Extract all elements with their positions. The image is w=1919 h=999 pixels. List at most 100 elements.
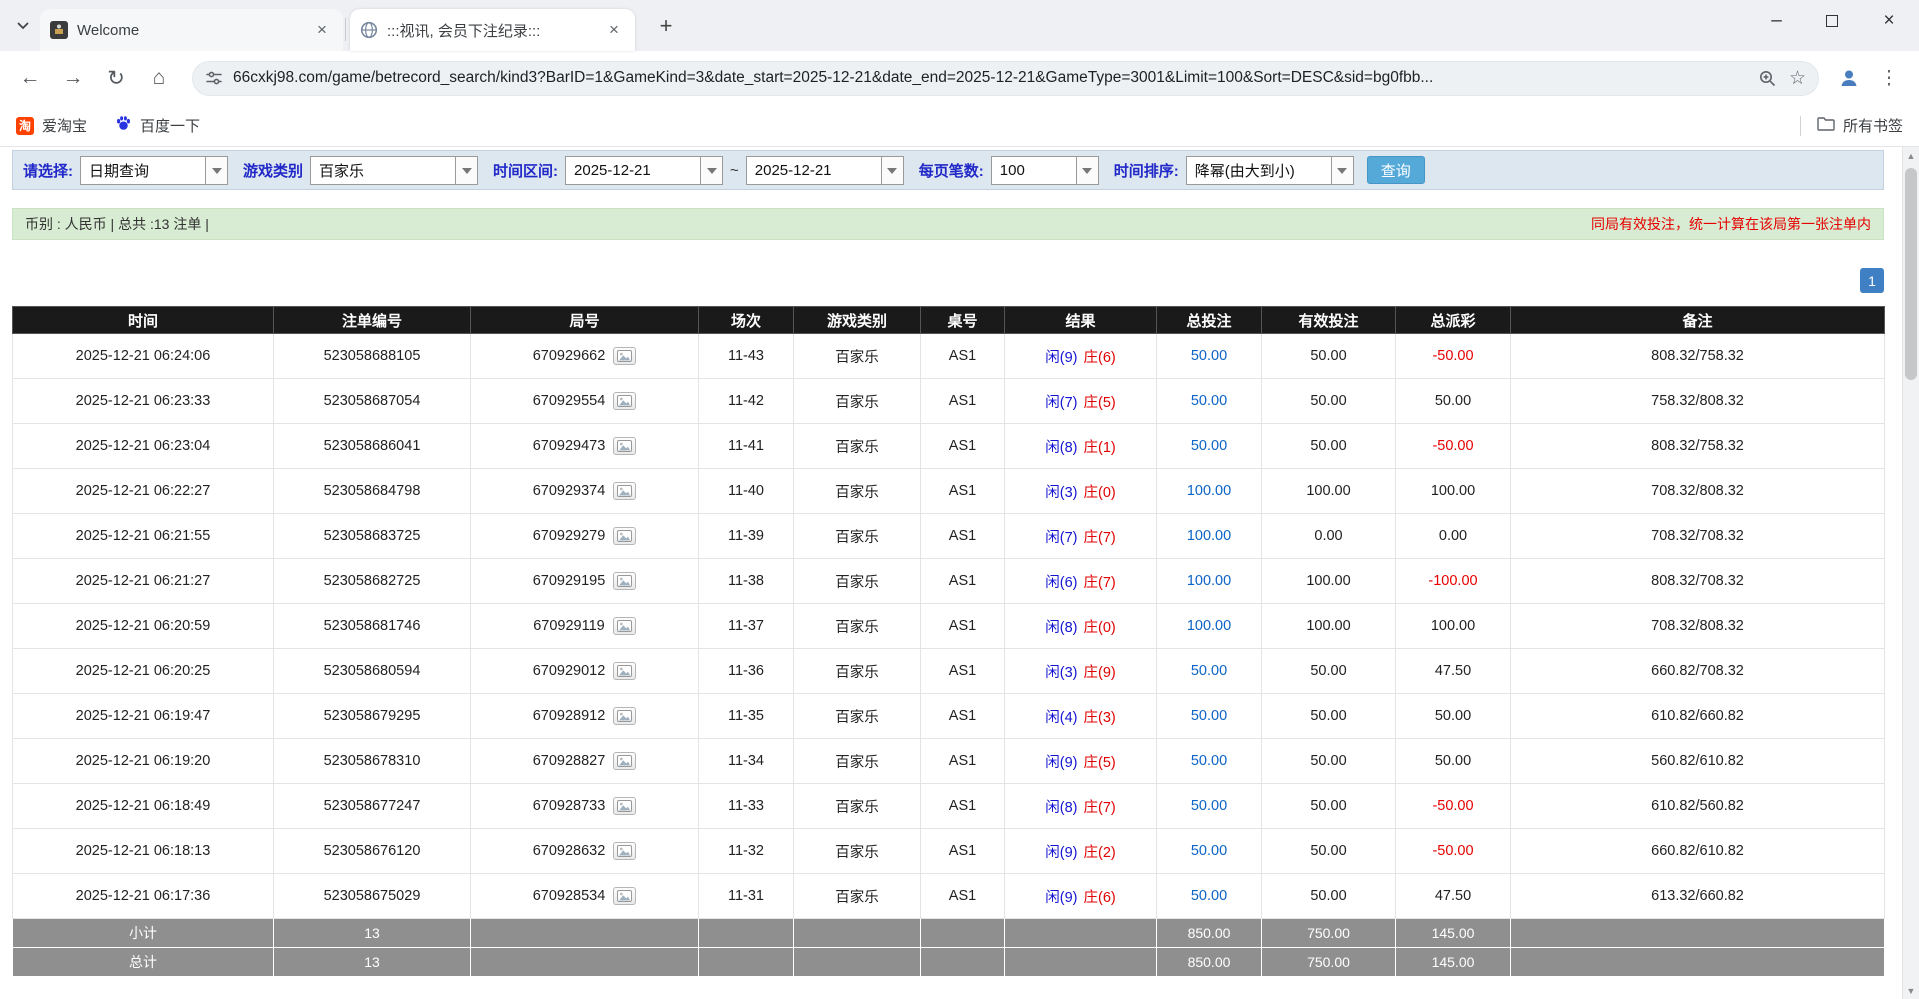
bookmark-baidu[interactable]: 百度一下 <box>115 115 200 136</box>
cell-game: 百家乐 <box>794 649 921 694</box>
back-button[interactable]: ← <box>10 58 50 98</box>
scrollbar-thumb[interactable] <box>1905 168 1917 380</box>
scroll-up-icon[interactable]: ▲ <box>1903 147 1919 164</box>
date-start-select[interactable]: 2025-12-21 <box>565 156 723 185</box>
cell-total-bet: 100.00 <box>1157 514 1262 559</box>
tab-bet-record[interactable]: :::视讯, 会员下注纪录::: × <box>350 9 635 51</box>
site-settings-icon[interactable] <box>205 69 223 87</box>
notice-text: 同局有效投注，统一计算在该局第一张注单内 <box>1591 214 1871 234</box>
search-button[interactable]: 查询 <box>1367 156 1425 184</box>
browser-menu-icon[interactable]: ⋮ <box>1869 58 1909 98</box>
subtotal-total-bet: 850.00 <box>1157 919 1262 948</box>
home-button[interactable]: ⌂ <box>139 58 179 98</box>
sort-select[interactable]: 降幂(由大到小) <box>1186 156 1354 185</box>
select-type-label: 请选择: <box>23 160 73 181</box>
round-image-icon[interactable] <box>613 617 636 635</box>
close-window-button[interactable]: × <box>1859 0 1919 42</box>
bookmark-aitaobao[interactable]: 淘 爱淘宝 <box>16 115 87 136</box>
cell-game: 百家乐 <box>794 829 921 874</box>
cell-result: 闲(3)庄(0) <box>1005 469 1157 514</box>
cell-payout: 47.50 <box>1396 649 1511 694</box>
round-image-icon[interactable] <box>613 662 636 680</box>
total-count: 13 <box>274 948 471 977</box>
page-1-button[interactable]: 1 <box>1860 268 1884 293</box>
cell-payout: -50.00 <box>1396 784 1511 829</box>
date-range-label: 时间区间: <box>493 160 558 181</box>
cell-bet-id: 523058683725 <box>274 514 471 559</box>
forward-button[interactable]: → <box>53 58 93 98</box>
cell-time: 2025-12-21 06:20:59 <box>13 604 274 649</box>
cell-session: 11-37 <box>699 604 794 649</box>
maximize-button[interactable] <box>1804 0 1859 42</box>
dropdown-arrow-icon[interactable] <box>205 157 227 184</box>
round-image-icon[interactable] <box>613 797 636 815</box>
dropdown-arrow-icon[interactable] <box>1076 157 1098 184</box>
footer-empty-cell <box>471 948 699 977</box>
sort-value: 降幂(由大到小) <box>1187 157 1331 184</box>
page-size-select[interactable]: 100 <box>991 156 1099 185</box>
summary-bar: 币别 : 人民币 | 总共 :13 注单 | 同局有效投注，统一计算在该局第一张… <box>12 208 1884 240</box>
profile-icon[interactable] <box>1829 58 1869 98</box>
tab-close-icon[interactable]: × <box>311 19 333 41</box>
round-image-icon[interactable] <box>613 887 636 905</box>
round-image-icon[interactable] <box>613 437 636 455</box>
round-image-icon[interactable] <box>613 392 636 410</box>
dropdown-arrow-icon[interactable] <box>700 157 722 184</box>
new-tab-button[interactable]: + <box>652 12 680 40</box>
bookmarks-bar: 淘 爱淘宝 百度一下 所有书签 <box>0 105 1919 147</box>
tab-search-button[interactable] <box>10 13 36 39</box>
url-bar[interactable]: 66cxkj98.com/game/betrecord_search/kind3… <box>192 61 1819 96</box>
cell-bet-id: 523058677247 <box>274 784 471 829</box>
cell-table: AS1 <box>921 514 1005 559</box>
cell-round: 670929195 <box>471 559 699 604</box>
cell-table: AS1 <box>921 649 1005 694</box>
cell-payout: -50.00 <box>1396 424 1511 469</box>
all-bookmarks-button[interactable]: 所有书签 <box>1817 115 1903 136</box>
bet-record-row: 2025-12-21 06:20:59523058681746670929119… <box>13 604 1885 649</box>
reload-button[interactable]: ↻ <box>96 58 136 98</box>
footer-empty-cell <box>699 919 794 948</box>
cell-table: AS1 <box>921 469 1005 514</box>
cell-session: 11-42 <box>699 379 794 424</box>
cell-note: 708.32/808.32 <box>1511 604 1885 649</box>
cell-bet-id: 523058681746 <box>274 604 471 649</box>
dropdown-arrow-icon[interactable] <box>881 157 903 184</box>
url-text[interactable]: 66cxkj98.com/game/betrecord_search/kind3… <box>233 69 1746 87</box>
cell-round: 670928534 <box>471 874 699 919</box>
cell-valid-bet: 100.00 <box>1262 604 1396 649</box>
scroll-down-icon[interactable]: ▼ <box>1903 982 1919 999</box>
cell-note: 708.32/808.32 <box>1511 469 1885 514</box>
dropdown-arrow-icon[interactable] <box>455 157 477 184</box>
cell-session: 11-33 <box>699 784 794 829</box>
cell-total-bet: 50.00 <box>1157 649 1262 694</box>
round-image-icon[interactable] <box>613 347 636 365</box>
round-image-icon[interactable] <box>613 482 636 500</box>
footer-empty-cell <box>794 948 921 977</box>
round-image-icon[interactable] <box>613 572 636 590</box>
minimize-button[interactable]: – <box>1749 0 1804 42</box>
tab-separator <box>345 18 346 41</box>
tab-strip: Welcome × :::视讯, 会员下注纪录::: × + – × <box>0 0 1919 51</box>
vertical-scrollbar[interactable]: ▲ ▼ <box>1902 147 1919 999</box>
dropdown-arrow-icon[interactable] <box>1331 157 1353 184</box>
round-image-icon[interactable] <box>613 842 636 860</box>
date-end-select[interactable]: 2025-12-21 <box>746 156 904 185</box>
pagination: 1 <box>12 268 1884 293</box>
round-image-icon[interactable] <box>613 707 636 725</box>
tab-welcome[interactable]: Welcome × <box>40 9 343 51</box>
round-image-icon[interactable] <box>613 527 636 545</box>
bookmark-star-icon[interactable]: ☆ <box>1789 67 1806 90</box>
total-label: 总计 <box>13 948 274 977</box>
cell-time: 2025-12-21 06:19:47 <box>13 694 274 739</box>
cell-round: 670928632 <box>471 829 699 874</box>
round-image-icon[interactable] <box>613 752 636 770</box>
zoom-icon[interactable] <box>1758 69 1777 88</box>
game-type-select[interactable]: 百家乐 <box>310 156 478 185</box>
bet-record-row: 2025-12-21 06:19:20523058678310670928827… <box>13 739 1885 784</box>
query-type-select[interactable]: 日期查询 <box>80 156 228 185</box>
total-payout: 145.00 <box>1396 948 1511 977</box>
bet-record-row: 2025-12-21 06:19:47523058679295670928912… <box>13 694 1885 739</box>
filter-bar: 请选择: 日期查询 游戏类别 百家乐 时间区间: 2025-12-21 ~ 20… <box>12 150 1884 190</box>
tab-close-icon[interactable]: × <box>603 19 625 41</box>
cell-payout: 0.00 <box>1396 514 1511 559</box>
